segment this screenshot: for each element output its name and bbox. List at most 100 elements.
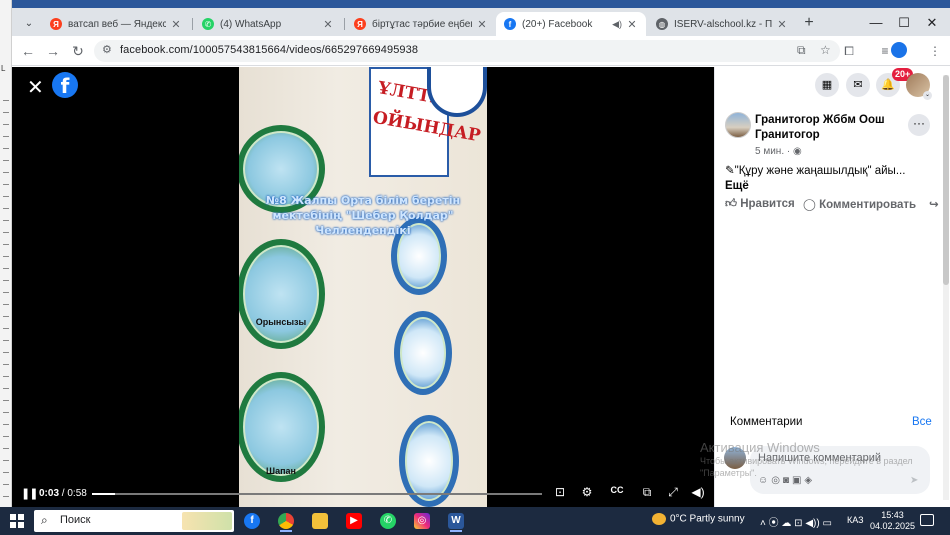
close-icon[interactable]: ✕ (776, 18, 788, 31)
close-icon[interactable]: ✕ (322, 18, 334, 31)
post-text-body: "Құру және жаңашылдық" айы... (734, 165, 906, 177)
windows-taskbar: ⌕ Поиск f ▶ ✆ ◎ W 0°C Partly sunny ˄ ⦿ ☁… (0, 507, 950, 535)
weather-widget[interactable]: 0°C Partly sunny (652, 513, 745, 525)
ruler-tick (3, 400, 9, 401)
page-name-link[interactable]: Гранитогор Жббм Оош Гранитогор (755, 113, 905, 143)
search-icon: ⌕ (41, 513, 48, 527)
taskbar-file-explorer-icon[interactable] (307, 510, 333, 532)
captions-icon[interactable]: ⊡ (552, 485, 568, 499)
search-placeholder: Поиск (60, 514, 91, 526)
video-frame: Орынсызы Шапан ҰЛТТЫҚ ОЙЫНДАР №8 Жалпы О… (239, 67, 487, 507)
messenger-icon[interactable]: ✉ (846, 73, 870, 97)
tab-title: (4) WhatsApp (220, 18, 282, 30)
taskbar-youtube-icon[interactable]: ▶ (341, 510, 367, 532)
taskbar-word-icon[interactable]: W (443, 510, 469, 532)
system-tray-icons[interactable]: ˄ ⦿ ☁ ⊡ ◀)) ▭ (760, 514, 832, 529)
more-options-icon[interactable]: ··· (908, 114, 930, 136)
language-indicator[interactable]: КАЗ (847, 515, 864, 525)
tab-facebook[interactable]: f (20+) Facebook ◀) ✕ (496, 12, 646, 36)
taskbar-instagram-icon[interactable]: ◎ (409, 510, 435, 532)
partly-sunny-icon (652, 513, 666, 525)
new-tab-plus-icon[interactable]: + (799, 14, 819, 34)
close-icon[interactable]: ✕ (476, 18, 488, 31)
speaker-icon[interactable]: ◀) (612, 19, 622, 30)
window-close-icon[interactable]: ✕ (918, 14, 946, 34)
cc-icon[interactable]: CC (609, 485, 625, 495)
ruler-tick (3, 328, 9, 329)
video-caption: №8 Жалпы Орта білім беретін мектебінің "… (265, 194, 461, 237)
fullscreen-icon[interactable]: ⤢ (665, 485, 681, 500)
tab-whatsapp[interactable]: ✆ (4) WhatsApp ✕ (194, 12, 342, 36)
address-bar[interactable]: ⚙ facebook.com/100057543815664/videos/66… (94, 40, 840, 62)
crayon-emoji-icon: ✎ (725, 165, 735, 177)
extensions-puzzle-icon[interactable]: ⧠ (840, 43, 858, 61)
decor-plate-yurt: Орынсызы (239, 239, 325, 349)
page-avatar[interactable] (725, 112, 751, 138)
menu-kebab-icon[interactable]: ⋮ (926, 43, 944, 61)
see-more-link[interactable]: Ещё (725, 179, 940, 194)
tab-iserv[interactable]: ◍ ISERV-alschool.kz - Панель ✕ (648, 12, 796, 36)
menu-grid-icon[interactable]: ▦ (815, 73, 839, 97)
notification-center-icon[interactable] (920, 514, 934, 526)
taskbar-chrome-icon[interactable] (273, 510, 299, 532)
tab-separator (344, 18, 345, 30)
ruler-tick (3, 220, 9, 221)
forward-arrow-icon[interactable]: → (43, 41, 63, 61)
install-app-icon[interactable]: ⧉ (797, 43, 806, 58)
ruler-tick (3, 160, 9, 161)
ruler-tick (3, 376, 9, 377)
facebook-logo-icon[interactable]: f (52, 72, 78, 98)
post-age[interactable]: 5 мин. · (755, 146, 793, 157)
ruler-tick (3, 424, 9, 425)
close-icon[interactable]: ✕ (27, 75, 44, 100)
scrollbar-thumb[interactable] (943, 75, 949, 285)
time-current: 0:03 (39, 488, 60, 499)
maximize-icon[interactable]: ☐ (890, 14, 918, 34)
settings-gear-icon[interactable]: ⚙ (579, 485, 595, 499)
picture-in-picture-icon[interactable]: ⧉ (639, 485, 655, 500)
clock-time: 15:43 (881, 510, 904, 520)
minimize-icon[interactable]: — (862, 14, 890, 34)
like-button[interactable]: 👍︎ Нравится (725, 197, 795, 211)
comment-button[interactable]: ◯ Комментировать (803, 197, 916, 211)
share-icon[interactable]: ↪ (929, 197, 939, 211)
tab-yandex-article[interactable]: Я біртұтас тәрбие еңбегі ада ✕ (346, 12, 496, 36)
tab-title: (20+) Facebook (522, 18, 593, 30)
site-info-icon[interactable]: ⚙ (102, 43, 112, 56)
ruler-tick (3, 460, 9, 461)
word-vertical-ruler: L (0, 0, 12, 507)
ruler-tick (3, 124, 9, 125)
chevron-down-icon[interactable]: ⌄ (923, 91, 932, 100)
profile-avatar-icon[interactable] (891, 42, 907, 58)
decor-plate-coat: Шапан (239, 372, 325, 482)
time-display: 0:03 / 0:58 (39, 488, 87, 499)
tab-search-chevron-icon[interactable]: ⌄ (20, 15, 38, 33)
tab-title: біртұтас тәрбие еңбегі ада (372, 18, 472, 30)
ruler-tick (3, 388, 9, 389)
pause-icon[interactable]: ❚❚ (21, 487, 38, 500)
bookmark-star-icon[interactable]: ☆ (820, 43, 831, 57)
globe-icon: ◍ (656, 18, 668, 30)
taskbar-whatsapp-icon[interactable]: ✆ (375, 510, 401, 532)
video-controls: ❚❚ 0:03 / 0:58 ⊡ ⚙ CC ⧉ ⤢ ◀) (12, 481, 714, 507)
weather-text: 0°C Partly sunny (670, 513, 745, 525)
video-player[interactable]: Орынсызы Шапан ҰЛТТЫҚ ОЙЫНДАР №8 Жалпы О… (12, 67, 714, 507)
ruler-tick (3, 184, 9, 185)
back-arrow-icon[interactable]: ← (18, 41, 38, 61)
reload-icon[interactable]: ↻ (68, 41, 88, 61)
close-icon[interactable]: ✕ (626, 18, 638, 31)
watermark-title: Активация Windows (700, 440, 820, 455)
tab-yandex-search[interactable]: Я ватсап веб — Яндекс: наш ✕ (42, 12, 190, 36)
url-text[interactable]: facebook.com/100057543815664/videos/6652… (120, 44, 418, 56)
volume-icon[interactable]: ◀) (690, 485, 706, 499)
panel-scrollbar[interactable] (943, 75, 949, 500)
close-icon[interactable]: ✕ (170, 18, 182, 31)
taskbar-search-box[interactable]: ⌕ Поиск (34, 510, 234, 532)
system-clock[interactable]: 15:43 04.02.2025 (870, 510, 915, 532)
thumbs-up-icon: 👍︎ (725, 198, 741, 210)
progress-track[interactable] (92, 493, 542, 495)
comments-filter-link[interactable]: Все (912, 416, 932, 428)
word-title-bar (0, 0, 950, 8)
windows-start-icon[interactable] (10, 514, 24, 528)
taskbar-facebook-icon[interactable]: f (239, 510, 265, 532)
